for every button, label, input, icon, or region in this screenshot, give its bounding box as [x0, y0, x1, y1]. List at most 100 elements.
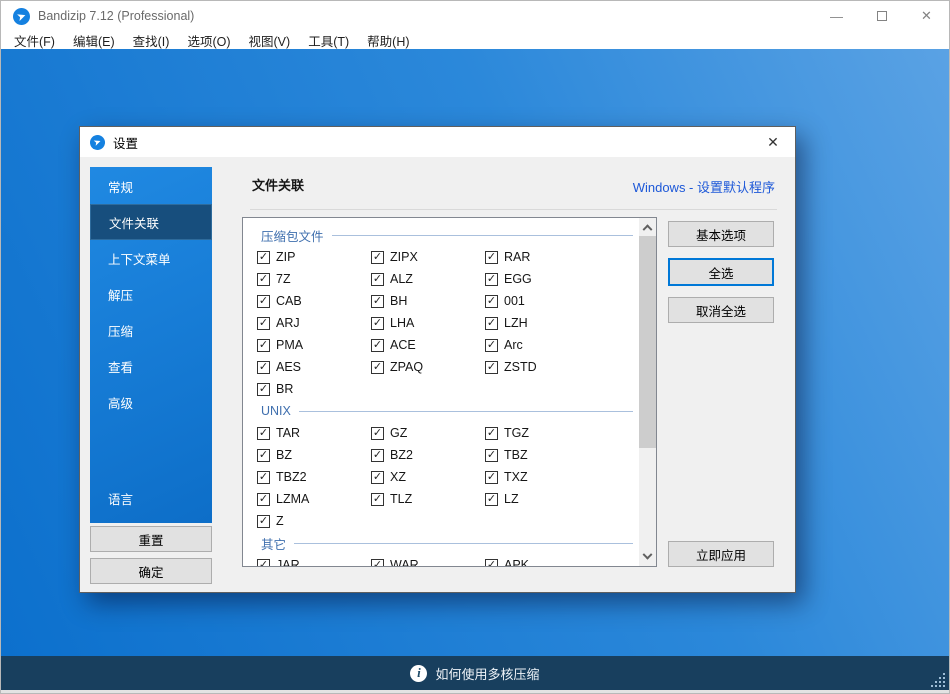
group-label-text: UNIX — [261, 404, 291, 418]
checkbox-checked-icon[interactable]: ✓ — [485, 493, 498, 506]
format-checkbox-item[interactable]: ✓ZIP — [257, 250, 371, 264]
format-checkbox-item[interactable]: ✓ZSTD — [485, 360, 599, 374]
maximize-button[interactable] — [859, 1, 904, 31]
format-checkbox-item[interactable]: ✓LZ — [485, 492, 599, 506]
format-checkbox-item[interactable]: ✓TBZ2 — [257, 470, 371, 484]
checkbox-checked-icon[interactable]: ✓ — [485, 471, 498, 484]
checkbox-checked-icon[interactable]: ✓ — [485, 339, 498, 352]
resize-grip-icon[interactable] — [931, 673, 946, 688]
checkbox-checked-icon[interactable]: ✓ — [257, 471, 270, 484]
format-checkbox-item[interactable]: ✓TXZ — [485, 470, 599, 484]
format-checkbox-item[interactable]: ✓TGZ — [485, 426, 599, 440]
checkbox-checked-icon[interactable]: ✓ — [485, 427, 498, 440]
format-checkbox-item[interactable]: ✓RAR — [485, 250, 599, 264]
checkbox-checked-icon[interactable]: ✓ — [257, 295, 270, 308]
format-checkbox-item[interactable]: ✓TBZ — [485, 448, 599, 462]
format-checkbox-item[interactable]: ✓7Z — [257, 272, 371, 286]
checkbox-checked-icon[interactable]: ✓ — [257, 273, 270, 286]
checkbox-row: ✓BZ✓BZ2✓TBZ — [243, 444, 639, 466]
checkbox-label: BH — [390, 294, 407, 308]
checkbox-checked-icon[interactable]: ✓ — [371, 295, 384, 308]
checkbox-label: Z — [276, 514, 284, 528]
checkbox-checked-icon[interactable]: ✓ — [257, 361, 270, 374]
format-checkbox-item[interactable]: ✓APK — [485, 558, 599, 567]
checkbox-checked-icon[interactable]: ✓ — [257, 559, 270, 568]
sidebar-item[interactable]: 压缩 — [90, 312, 212, 348]
windows-default-programs-link[interactable]: Windows - 设置默认程序 — [633, 177, 775, 196]
format-checkbox-item[interactable]: ✓TLZ — [371, 492, 485, 506]
format-checkbox-item[interactable]: ✓LZMA — [257, 492, 371, 506]
dialog-close-button[interactable]: ✕ — [751, 127, 795, 157]
checkbox-checked-icon[interactable]: ✓ — [257, 383, 270, 396]
action-button[interactable]: 基本选项 — [668, 221, 774, 247]
scrollbar-thumb[interactable] — [639, 236, 656, 448]
reset-button[interactable]: 重置 — [90, 526, 212, 552]
checkbox-checked-icon[interactable]: ✓ — [257, 449, 270, 462]
format-checkbox-item[interactable]: ✓BZ2 — [371, 448, 485, 462]
format-checkbox-item[interactable]: ✓LHA — [371, 316, 485, 330]
minimize-button[interactable]: — — [814, 1, 859, 31]
apply-now-button[interactable]: 立即应用 — [668, 541, 774, 567]
checkbox-checked-icon[interactable]: ✓ — [371, 339, 384, 352]
format-checkbox-item[interactable]: ✓PMA — [257, 338, 371, 352]
format-checkbox-item[interactable]: ✓TAR — [257, 426, 371, 440]
sidebar-item[interactable]: 常规 — [90, 168, 212, 204]
select-all-button[interactable]: 全选 — [668, 258, 774, 286]
checkbox-checked-icon[interactable]: ✓ — [257, 515, 270, 528]
format-checkbox-item[interactable]: ✓EGG — [485, 272, 599, 286]
checkbox-checked-icon[interactable]: ✓ — [485, 251, 498, 264]
sidebar-item[interactable]: 语言 — [90, 480, 212, 516]
checkbox-checked-icon[interactable]: ✓ — [485, 295, 498, 308]
checkbox-checked-icon[interactable]: ✓ — [371, 361, 384, 374]
checkbox-checked-icon[interactable]: ✓ — [371, 317, 384, 330]
ok-button[interactable]: 确定 — [90, 558, 212, 584]
format-checkbox-item[interactable]: ✓GZ — [371, 426, 485, 440]
checkbox-checked-icon[interactable]: ✓ — [371, 559, 384, 568]
format-checkbox-item[interactable]: ✓ XZ — [371, 470, 485, 484]
format-checkbox-item[interactable]: ✓LZH — [485, 316, 599, 330]
checkbox-checked-icon[interactable]: ✓ — [257, 251, 270, 264]
format-checkbox-item[interactable]: ✓WAR — [371, 558, 485, 567]
checkbox-checked-icon[interactable]: ✓ — [485, 449, 498, 462]
format-checkbox-item[interactable]: ✓Z — [257, 514, 371, 528]
scroll-down-icon[interactable] — [639, 549, 656, 566]
checkbox-checked-icon[interactable]: ✓ — [485, 317, 498, 330]
format-checkbox-item[interactable]: ✓BR — [257, 382, 371, 396]
checkbox-checked-icon[interactable]: ✓ — [371, 449, 384, 462]
sidebar-item[interactable]: 上下文菜单 — [90, 240, 212, 276]
close-button[interactable]: ✕ — [904, 1, 949, 31]
checkbox-checked-icon[interactable]: ✓ — [371, 427, 384, 440]
scroll-up-icon[interactable] — [639, 218, 656, 235]
format-checkbox-item[interactable]: ✓001 — [485, 294, 599, 308]
format-checkbox-item[interactable]: ✓ZPAQ — [371, 360, 485, 374]
checkbox-label: XZ — [390, 470, 406, 484]
status-link[interactable]: 如何使用多核压缩 — [435, 664, 539, 683]
format-checkbox-item[interactable]: ✓ZIPX — [371, 250, 485, 264]
checkbox-checked-icon[interactable]: ✓ — [257, 493, 270, 506]
checkbox-checked-icon[interactable]: ✓ — [485, 361, 498, 374]
checkbox-checked-icon[interactable]: ✓ — [371, 273, 384, 286]
format-checkbox-item[interactable]: ✓ARJ — [257, 316, 371, 330]
format-checkbox-item[interactable]: ✓CAB — [257, 294, 371, 308]
format-checkbox-item[interactable]: ✓ALZ — [371, 272, 485, 286]
format-checkbox-item[interactable]: ✓AES — [257, 360, 371, 374]
format-checkbox-item[interactable]: ✓Arc — [485, 338, 599, 352]
sidebar-item[interactable]: 高级 — [90, 384, 212, 420]
checkbox-checked-icon[interactable]: ✓ — [257, 339, 270, 352]
scrollbar[interactable] — [639, 218, 656, 566]
checkbox-checked-icon[interactable]: ✓ — [485, 273, 498, 286]
action-button[interactable]: 取消全选 — [668, 297, 774, 323]
format-checkbox-item[interactable]: ✓ACE — [371, 338, 485, 352]
format-checkbox-item[interactable]: ✓ BH — [371, 294, 485, 308]
checkbox-checked-icon[interactable]: ✓ — [485, 559, 498, 568]
sidebar-item[interactable]: 文件关联 — [90, 204, 212, 240]
checkbox-checked-icon[interactable]: ✓ — [371, 471, 384, 484]
format-checkbox-item[interactable]: ✓BZ — [257, 448, 371, 462]
checkbox-checked-icon[interactable]: ✓ — [371, 493, 384, 506]
checkbox-checked-icon[interactable]: ✓ — [371, 251, 384, 264]
sidebar-item[interactable]: 解压 — [90, 276, 212, 312]
checkbox-checked-icon[interactable]: ✓ — [257, 317, 270, 330]
sidebar-item[interactable]: 查看 — [90, 348, 212, 384]
checkbox-checked-icon[interactable]: ✓ — [257, 427, 270, 440]
format-checkbox-item[interactable]: ✓JAR — [257, 558, 371, 567]
